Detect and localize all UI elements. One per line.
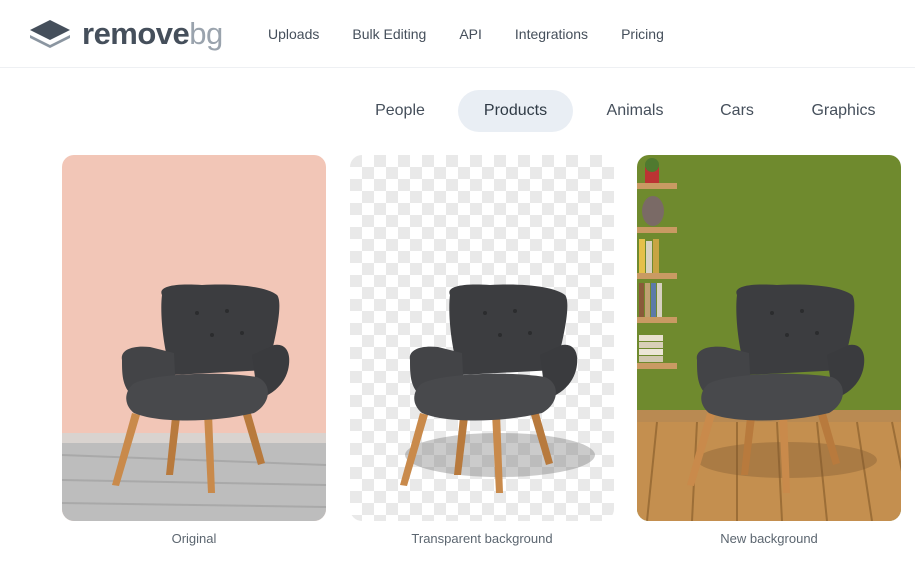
nav-uploads[interactable]: Uploads — [268, 26, 319, 42]
top-header: removebg Uploads Bulk Editing API Integr… — [0, 0, 915, 68]
brand-wordmark: removebg — [82, 16, 223, 52]
card-transparent-image — [350, 155, 614, 521]
brand-name-bold: remove — [82, 16, 190, 51]
nav-integrations[interactable]: Integrations — [515, 26, 588, 42]
category-tabs: People Products Animals Cars Graphics — [0, 90, 915, 132]
caption-transparent: Transparent background — [411, 531, 553, 546]
nav-api[interactable]: API — [459, 26, 482, 42]
tab-animals[interactable]: Animals — [590, 90, 680, 132]
card-new-background-image — [637, 155, 901, 521]
caption-original: Original — [171, 531, 217, 546]
tab-graphics[interactable]: Graphics — [795, 90, 892, 132]
brand-name-light: bg — [189, 16, 223, 51]
caption-new-background: New background — [720, 531, 818, 546]
layers-logo-icon — [30, 20, 70, 48]
card-original-image — [62, 155, 326, 521]
nav-pricing[interactable]: Pricing — [621, 26, 664, 42]
brand-logo[interactable]: removebg — [28, 16, 223, 52]
tab-cars[interactable]: Cars — [702, 90, 772, 132]
tab-people[interactable]: People — [358, 90, 442, 132]
main-nav: Uploads Bulk Editing API Integrations Pr… — [268, 26, 697, 42]
new-background-photo — [637, 155, 901, 521]
transparent-photo — [350, 155, 614, 521]
nav-bulk-editing[interactable]: Bulk Editing — [352, 26, 426, 42]
original-photo — [62, 155, 326, 521]
tab-products[interactable]: Products — [458, 90, 573, 132]
